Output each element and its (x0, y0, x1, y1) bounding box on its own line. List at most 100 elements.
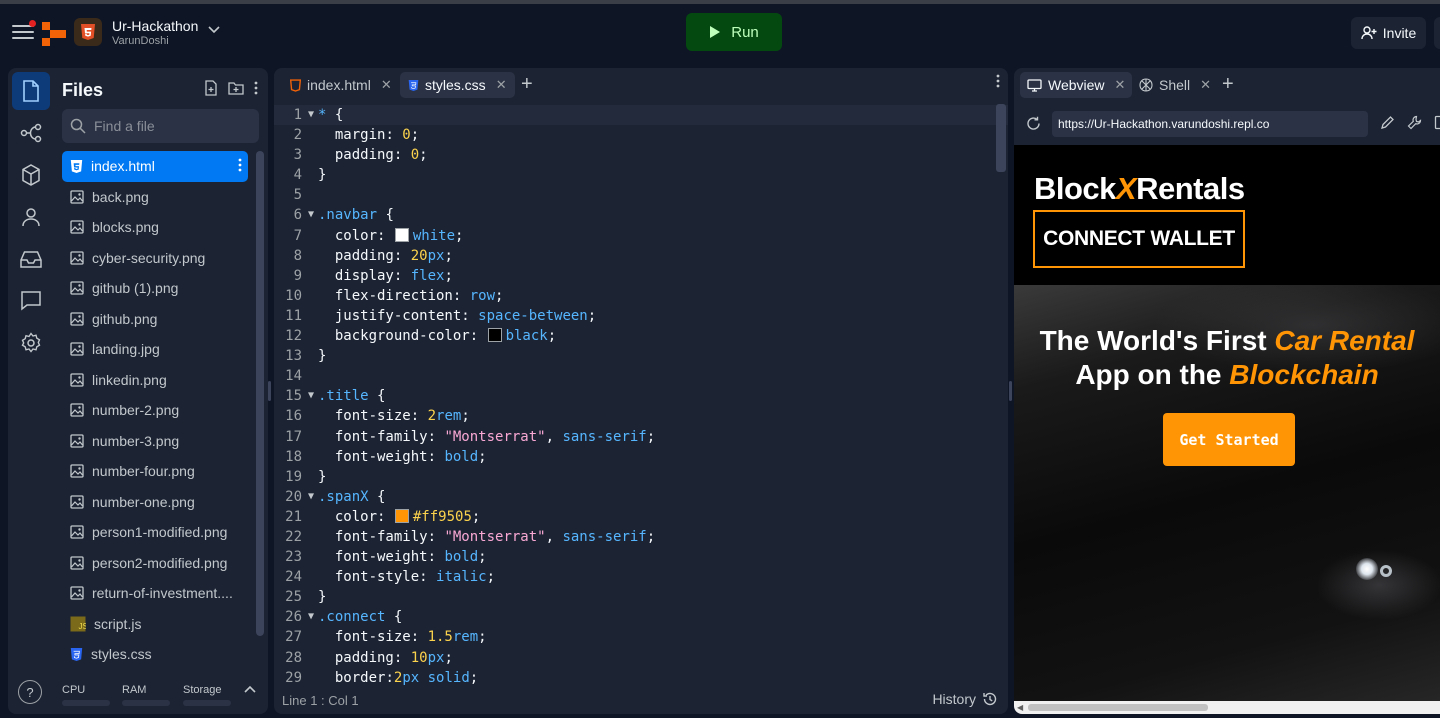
code-line: 24 font-style: italic; (274, 567, 1008, 587)
close-icon[interactable]: ✕ (381, 77, 392, 93)
new-tab-button[interactable]: + (1222, 73, 1234, 96)
file-item[interactable]: number-3.png (62, 426, 248, 457)
code-text: display: flex; (334, 267, 453, 284)
file-item[interactable]: github (1).png (62, 273, 248, 304)
user-tool-button[interactable] (12, 198, 50, 236)
more-vertical-icon[interactable] (254, 81, 258, 95)
close-icon[interactable]: ✕ (1200, 77, 1211, 93)
files-actions (204, 80, 258, 96)
webview-horizontal-scrollbar[interactable]: ◀ (1014, 701, 1440, 714)
file-item[interactable]: landing.jpg (62, 334, 248, 365)
file-item[interactable]: person1-modified.png (62, 517, 248, 548)
code-line: 11 justify-content: space-between; (274, 306, 1008, 326)
resources-bar[interactable]: CPU RAM Storage (54, 674, 268, 714)
code-text: font-family: "Montserrat", sans-serif; (334, 528, 656, 545)
file-item[interactable]: index.html (62, 151, 248, 182)
file-item[interactable]: JS script.js (62, 609, 248, 640)
editor-tabs: index.html ✕ styles.css ✕ + (274, 68, 1008, 102)
chevron-down-icon[interactable] (208, 26, 220, 37)
webview-resize-handle[interactable] (1009, 381, 1012, 401)
files-scrollbar[interactable] (256, 151, 264, 636)
code-line: 13} (274, 346, 1008, 366)
code-text: * { (318, 107, 344, 123)
code-area[interactable]: 1 ▼ * {2 margin: 0; 3 padding: 0; 4} 5 6 ▼ .navb… (274, 105, 1008, 686)
code-scrollbar[interactable] (996, 104, 1006, 172)
reload-icon[interactable] (1026, 116, 1041, 136)
file-name: back.png (92, 188, 149, 205)
fold-arrow-icon[interactable]: ▼ (304, 105, 318, 125)
site-brand: BlockXRentals (1034, 171, 1245, 207)
file-item[interactable]: linkedin.png (62, 365, 248, 396)
webview-url-bar (1014, 108, 1440, 140)
file-item[interactable]: number-four.png (62, 456, 248, 487)
project-owner: VarunDoshi (112, 35, 169, 47)
chat-tool-button[interactable] (12, 282, 50, 320)
connect-wallet-button[interactable]: CONNECT WALLET (1033, 210, 1245, 268)
line-number: 28 (285, 649, 302, 666)
code-text: .connect { (318, 609, 403, 626)
code-line: 5 (274, 185, 1008, 205)
chevron-up-icon[interactable] (244, 682, 256, 696)
files-panel-title: Files (62, 80, 104, 100)
project-name[interactable]: Ur-Hackathon (112, 18, 198, 34)
search-icon (70, 118, 86, 134)
settings-tool-button[interactable] (12, 324, 50, 362)
code-text: padding: 0; (334, 147, 428, 164)
editor-status-bar: Line 1 : Col 1 History (274, 685, 1008, 714)
line-number: 19 (285, 468, 302, 485)
file-item[interactable]: styles.css (62, 639, 248, 670)
fold-arrow-icon[interactable]: ▼ (304, 487, 318, 507)
history-button[interactable]: History (932, 691, 998, 707)
new-file-icon[interactable] (204, 80, 218, 96)
files-resize-handle[interactable] (268, 381, 271, 401)
file-item[interactable]: cyber-security.png (62, 243, 248, 274)
file-item[interactable]: back.png (62, 182, 248, 213)
tab-styles-css[interactable]: styles.css ✕ (400, 72, 515, 98)
gutter-spacer (304, 447, 318, 467)
file-item[interactable]: person2-modified.png (62, 548, 248, 579)
fold-arrow-icon[interactable]: ▼ (304, 205, 318, 225)
wrench-icon[interactable] (1407, 115, 1422, 130)
tab-webview[interactable]: Webview ✕ (1020, 72, 1133, 98)
tab-shell[interactable]: Shell ✕ (1132, 72, 1218, 98)
close-icon[interactable]: ✕ (496, 77, 507, 93)
close-icon[interactable]: ✕ (1115, 77, 1126, 93)
get-started-button[interactable]: Get Started (1163, 413, 1295, 466)
replit-logo-icon[interactable] (42, 22, 66, 46)
overflow-button[interactable] (1434, 17, 1440, 49)
new-folder-icon[interactable] (228, 81, 244, 95)
image-file-icon (70, 434, 84, 448)
file-item[interactable]: blocks.png (62, 212, 248, 243)
add-user-icon (1361, 26, 1377, 40)
files-tool-button[interactable] (12, 72, 50, 110)
file-item[interactable]: github.png (62, 304, 248, 335)
file-item[interactable]: number-one.png (62, 487, 248, 518)
more-vertical-icon[interactable] (996, 74, 1000, 93)
edit-icon[interactable] (1380, 115, 1395, 130)
file-item[interactable]: number-2.png (62, 395, 248, 426)
code-text: margin: 0; (334, 127, 420, 144)
new-tab-button[interactable]: + (521, 73, 533, 96)
url-input[interactable] (1052, 111, 1368, 137)
packages-tool-button[interactable] (12, 156, 50, 194)
line-number: 13 (285, 348, 302, 365)
code-line: 23 font-weight: bold; (274, 547, 1008, 567)
fold-arrow-icon[interactable]: ▼ (304, 386, 318, 406)
new-window-icon[interactable] (1434, 115, 1440, 130)
fold-arrow-icon[interactable]: ▼ (304, 607, 318, 627)
git-tool-button[interactable] (12, 114, 50, 152)
scrollbar-thumb[interactable] (1028, 704, 1208, 711)
help-icon[interactable]: ? (18, 680, 42, 704)
invite-button[interactable]: Invite (1351, 17, 1426, 49)
run-button[interactable]: Run (686, 13, 782, 51)
gutter-spacer (304, 346, 318, 366)
more-vertical-icon[interactable] (238, 158, 242, 175)
image-file-icon (70, 586, 84, 600)
line-number: 11 (285, 307, 302, 324)
scroll-left-icon[interactable]: ◀ (1017, 703, 1023, 712)
code-line: 28 padding: 10px; (274, 648, 1008, 668)
tab-index-html[interactable]: index.html ✕ (282, 72, 400, 98)
file-item[interactable]: return-of-investment.... (62, 578, 248, 609)
inbox-tool-button[interactable] (12, 240, 50, 278)
file-search-input[interactable] (94, 118, 244, 134)
